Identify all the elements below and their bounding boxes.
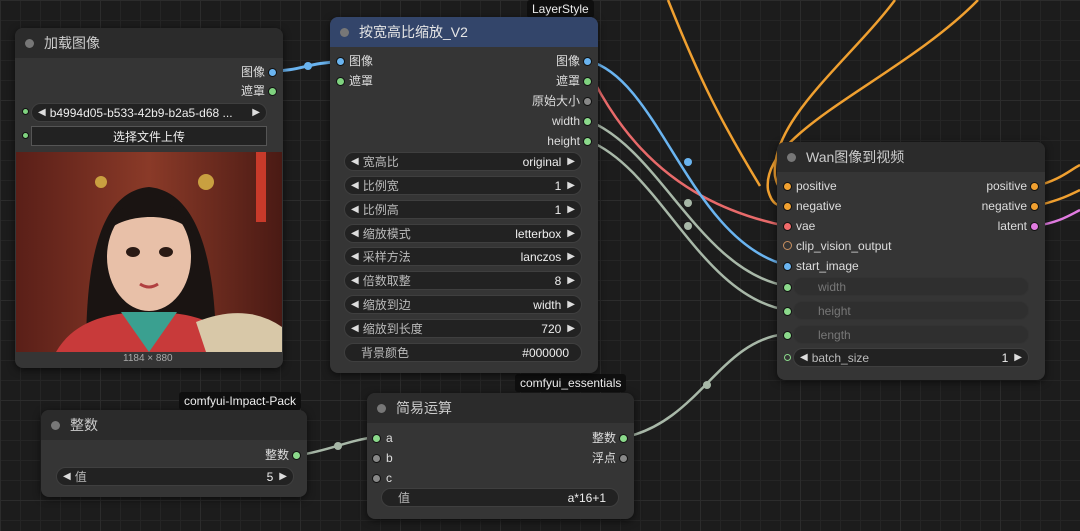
input-height-pin[interactable] bbox=[783, 307, 792, 316]
node-title: 简易运算 bbox=[396, 400, 452, 416]
widget-aspect-ratio[interactable]: ◀ 宽高比 original ▶ bbox=[344, 152, 582, 171]
widget-proportional-width[interactable]: ◀ 比例宽 1 ▶ bbox=[344, 176, 582, 195]
input-positive-pin[interactable] bbox=[783, 182, 792, 191]
input-mask-pin[interactable] bbox=[336, 77, 345, 86]
output-latent-pin[interactable] bbox=[1030, 222, 1039, 231]
widget-fit-mode[interactable]: ◀ 缩放模式 letterbox ▶ bbox=[344, 224, 582, 243]
node-title: 整数 bbox=[70, 417, 98, 433]
collapse-dot-icon[interactable] bbox=[340, 27, 349, 37]
output-negative-pin[interactable] bbox=[1030, 202, 1039, 211]
simple-math-node[interactable]: 简易运算 a b c 整数 浮点 值 a*16+1 bbox=[367, 393, 634, 519]
widget-background-color[interactable]: 背景颜色 #000000 bbox=[344, 343, 582, 362]
upload-file-button[interactable]: 选择文件上传 bbox=[31, 126, 267, 146]
input-start-image-label: start_image bbox=[796, 259, 859, 273]
essentials-tag: comfyui_essentials bbox=[515, 374, 627, 392]
collapse-dot-icon[interactable] bbox=[377, 403, 386, 413]
output-latent-label: latent bbox=[997, 219, 1027, 233]
input-a-label: a bbox=[386, 431, 393, 445]
input-a-pin[interactable] bbox=[372, 434, 381, 443]
input-positive-label: positive bbox=[796, 179, 837, 193]
input-start-image-pin[interactable] bbox=[783, 262, 792, 271]
arrow-left-icon[interactable]: ◀ bbox=[38, 107, 46, 118]
output-original-size-pin[interactable] bbox=[583, 97, 592, 106]
wan-title[interactable]: Wan图像到视频 bbox=[777, 142, 1045, 172]
widget-length-converted: length bbox=[793, 325, 1029, 344]
output-mask-pin[interactable] bbox=[583, 77, 592, 86]
math-title[interactable]: 简易运算 bbox=[367, 393, 634, 423]
widget-sampling-method[interactable]: ◀ 采样方法 lanczos ▶ bbox=[344, 247, 582, 266]
widget-scale-to-length[interactable]: ◀ 缩放到长度 720 ▶ bbox=[344, 319, 582, 338]
output-height-label: height bbox=[547, 134, 580, 148]
file-name-value: b4994d05-b533-42b9-b2a5-d68 ... bbox=[49, 105, 233, 120]
widget-round-multiple[interactable]: ◀ 倍数取整 8 ▶ bbox=[344, 271, 582, 290]
input-clip-vision-label: clip_vision_output bbox=[796, 239, 892, 253]
output-float-label: 浮点 bbox=[591, 451, 616, 465]
upload-pin[interactable] bbox=[22, 132, 29, 139]
image-file-select[interactable]: ◀ b4994d05-b533-42b9-b2a5-d68 ... ▶ bbox=[31, 103, 267, 122]
output-width-pin[interactable] bbox=[583, 117, 592, 126]
wan-image-to-video-node[interactable]: Wan图像到视频 positive negative vae clip_visi… bbox=[777, 142, 1045, 380]
load-image-node[interactable]: 加载图像 图像 遮罩 ◀ b4994d05-b533-42b9-b2a5-d68… bbox=[15, 28, 283, 368]
input-mask-label: 遮罩 bbox=[349, 74, 374, 88]
widget-proportional-height[interactable]: ◀ 比例高 1 ▶ bbox=[344, 200, 582, 219]
input-vae-label: vae bbox=[796, 219, 816, 233]
output-mask-pin[interactable] bbox=[268, 87, 277, 96]
output-image-label: 图像 bbox=[555, 54, 580, 68]
output-mask-label: 遮罩 bbox=[555, 74, 580, 88]
widget-height-converted: height bbox=[793, 301, 1029, 320]
preview-image bbox=[16, 152, 282, 352]
node-title: 加载图像 bbox=[44, 35, 100, 51]
input-c-pin[interactable] bbox=[372, 474, 381, 483]
input-image-label: 图像 bbox=[349, 54, 374, 68]
output-original-size-label: 原始大小 bbox=[531, 94, 580, 108]
input-width-pin[interactable] bbox=[783, 283, 792, 292]
resize-title[interactable]: 按宽高比缩放_V2 bbox=[330, 17, 598, 47]
output-image-pin[interactable] bbox=[583, 57, 592, 66]
node-title: Wan图像到视频 bbox=[806, 149, 905, 165]
input-image-pin[interactable] bbox=[336, 57, 345, 66]
integer-title[interactable]: 整数 bbox=[41, 410, 307, 440]
output-image-pin[interactable] bbox=[268, 68, 277, 77]
widget-expression[interactable]: 值 a*16+1 bbox=[381, 488, 619, 507]
input-clip-vision-pin[interactable] bbox=[783, 241, 792, 250]
output-negative-label: negative bbox=[981, 199, 1027, 213]
output-int-pin[interactable] bbox=[619, 434, 628, 443]
input-b-label: b bbox=[386, 451, 393, 465]
output-int-label: 整数 bbox=[264, 448, 289, 462]
output-positive-label: positive bbox=[986, 179, 1027, 193]
input-length-pin[interactable] bbox=[783, 331, 792, 340]
widget-width-converted: width bbox=[793, 277, 1029, 296]
image-size-caption: 1184 × 880 bbox=[123, 353, 173, 364]
load-image-title[interactable]: 加载图像 bbox=[15, 28, 283, 58]
impact-pack-tag: comfyui-Impact-Pack bbox=[179, 392, 302, 410]
output-int-label: 整数 bbox=[591, 431, 616, 445]
arrow-right-icon[interactable]: ▶ bbox=[252, 107, 260, 118]
output-height-pin[interactable] bbox=[583, 137, 592, 146]
widget-input-pin[interactable] bbox=[22, 108, 29, 115]
widget-batch-size[interactable]: ◀ batch_size 1 ▶ bbox=[793, 348, 1029, 367]
collapse-dot-icon[interactable] bbox=[787, 152, 796, 162]
input-c-label: c bbox=[386, 471, 392, 485]
output-image-label: 图像 bbox=[240, 65, 265, 79]
input-negative-label: negative bbox=[796, 199, 842, 213]
resize-node[interactable]: 按宽高比缩放_V2 图像 遮罩 图像 遮罩 原始大小 width height … bbox=[330, 17, 598, 373]
output-float-pin[interactable] bbox=[619, 454, 628, 463]
input-vae-pin[interactable] bbox=[783, 222, 792, 231]
layerstyle-tag: LayerStyle bbox=[527, 0, 594, 18]
output-mask-label: 遮罩 bbox=[240, 84, 265, 98]
collapse-dot-icon[interactable] bbox=[25, 38, 34, 48]
output-width-label: width bbox=[551, 114, 580, 128]
input-negative-pin[interactable] bbox=[783, 202, 792, 211]
input-b-pin[interactable] bbox=[372, 454, 381, 463]
input-batch-size-pin[interactable] bbox=[784, 354, 791, 361]
output-int-pin[interactable] bbox=[292, 451, 301, 460]
output-positive-pin[interactable] bbox=[1030, 182, 1039, 191]
widget-scale-to-side[interactable]: ◀ 缩放到边 width ▶ bbox=[344, 295, 582, 314]
node-title: 按宽高比缩放_V2 bbox=[359, 24, 468, 40]
collapse-dot-icon[interactable] bbox=[51, 420, 60, 430]
widget-int-value[interactable]: ◀ 值 5 ▶ bbox=[56, 467, 294, 486]
integer-node[interactable]: 整数 整数 ◀ 值 5 ▶ bbox=[41, 410, 307, 497]
